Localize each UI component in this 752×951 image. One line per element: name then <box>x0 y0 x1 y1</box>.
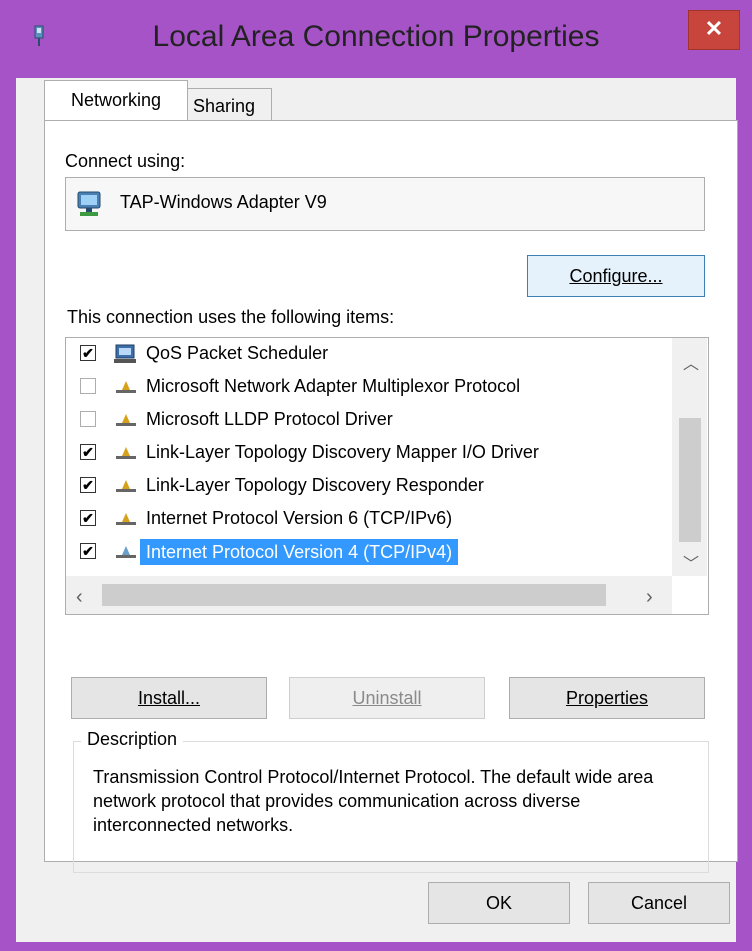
scroll-right-icon[interactable]: › <box>646 586 653 609</box>
protocol-icon <box>116 381 136 393</box>
vertical-scroll-thumb[interactable] <box>679 418 701 542</box>
items-label: This connection uses the following items… <box>67 307 395 327</box>
cancel-button[interactable]: Cancel <box>588 882 730 924</box>
horizontal-scrollbar[interactable]: ‹ › <box>66 576 672 614</box>
ok-button[interactable]: OK <box>428 882 570 924</box>
close-button[interactable]: ✕ <box>688 10 740 50</box>
properties-button[interactable]: Properties <box>509 677 705 719</box>
adapter-field: TAP-Windows Adapter V9 <box>65 177 705 231</box>
item-label: Microsoft Network Adapter Multiplexor Pr… <box>146 376 521 396</box>
scroll-down-icon[interactable]: ﹀ <box>683 550 699 574</box>
qos-scheduler-icon <box>114 344 136 363</box>
properties-button-label: Properties <box>565 688 649 708</box>
tab-sharing[interactable]: Sharing <box>176 88 272 120</box>
vertical-scrollbar[interactable]: ︿ ﹀ <box>672 338 707 576</box>
networking-panel: Connect using: TAP-Windows Adapter V9 Co… <box>44 120 738 873</box>
list-item[interactable]: ✔ Internet Protocol Version 6 (TCP/IPv6) <box>66 503 666 535</box>
item-checkbox-unchecked[interactable] <box>80 411 96 427</box>
list-item-selected[interactable]: ✔ Internet Protocol Version 4 (TCP/IPv4) <box>66 536 666 568</box>
window-title: Local Area Connection Properties <box>152 20 600 53</box>
horizontal-scroll-thumb[interactable] <box>102 584 606 606</box>
item-label: QoS Packet Scheduler <box>146 343 329 363</box>
item-checkbox-checked[interactable]: ✔ <box>80 477 96 493</box>
item-label: Link-Layer Topology Discovery Mapper I/O… <box>146 442 539 462</box>
item-label: Internet Protocol Version 4 (TCP/IPv4) <box>140 539 459 565</box>
adapter-name: TAP-Windows Adapter V9 <box>120 192 327 212</box>
install-button[interactable]: Install... <box>71 677 267 719</box>
list-item[interactable]: ✔ QoS Packet Scheduler <box>66 338 666 370</box>
item-checkbox-checked[interactable]: ✔ <box>80 444 96 460</box>
list-item[interactable]: ✔ Link-Layer Topology Discovery Responde… <box>66 470 666 502</box>
protocol-icon <box>116 513 136 525</box>
uninstall-button[interactable]: Uninstall <box>289 677 485 719</box>
protocol-icon <box>116 480 136 492</box>
tab-networking[interactable]: Networking <box>44 80 188 120</box>
scroll-up-icon[interactable]: ︿ <box>683 350 699 374</box>
uninstall-button-label: Uninstall <box>352 688 422 708</box>
description-text: Transmission Control Protocol/Internet P… <box>93 767 654 835</box>
list-item[interactable]: ✔ Link-Layer Topology Discovery Mapper I… <box>66 437 666 469</box>
item-checkbox-unchecked[interactable] <box>80 378 96 394</box>
configure-button[interactable]: Configure... <box>527 255 705 297</box>
protocol-icon <box>116 546 136 558</box>
items-list[interactable]: ✔ QoS Packet Scheduler Microsoft Network <box>65 337 709 615</box>
description-title: Description <box>81 729 184 750</box>
item-checkbox-checked[interactable]: ✔ <box>80 510 96 526</box>
title-bar[interactable]: Local Area Connection Properties ✕ <box>0 0 752 78</box>
list-item[interactable]: Microsoft Network Adapter Multiplexor Pr… <box>66 371 666 403</box>
configure-button-label: Configure... <box>569 266 663 286</box>
network-adapter-icon <box>77 191 101 216</box>
item-label: Link-Layer Topology Discovery Responder <box>146 475 484 495</box>
item-checkbox-checked[interactable]: ✔ <box>80 543 96 559</box>
list-item[interactable]: Microsoft LLDP Protocol Driver <box>66 404 666 436</box>
dialog-client-area: Sharing Networking Connect using: TAP-Wi… <box>16 78 738 942</box>
dialog-window: Local Area Connection Properties ✕ Shari… <box>0 0 752 951</box>
item-label: Microsoft LLDP Protocol Driver <box>146 409 393 429</box>
connect-using-label: Connect using: <box>65 151 186 171</box>
protocol-icon <box>116 447 136 459</box>
scroll-left-icon[interactable]: ‹ <box>76 586 83 609</box>
item-label: Internet Protocol Version 6 (TCP/IPv6) <box>146 508 453 528</box>
install-button-label: Install... <box>137 688 201 708</box>
item-checkbox-checked[interactable]: ✔ <box>80 345 96 361</box>
protocol-icon <box>116 414 136 426</box>
